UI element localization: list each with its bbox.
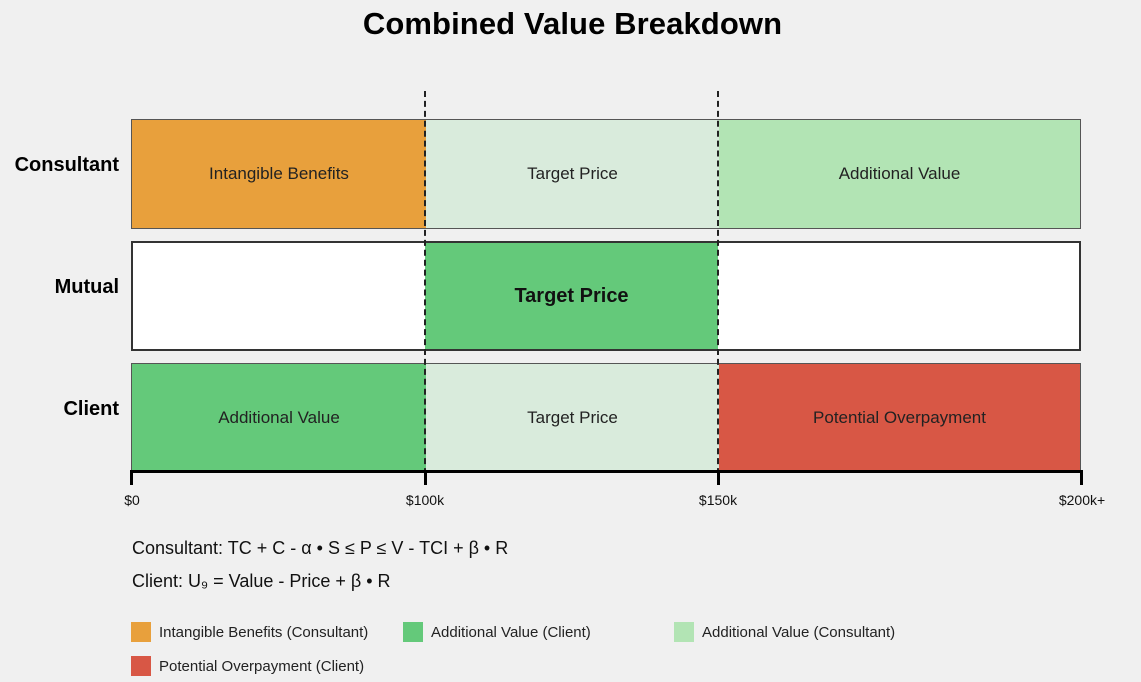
legend-item-additional-value-consultant: Additional Value (Consultant) [674,622,895,642]
client-target-price-segment: Target Price [426,364,719,471]
segment-label: Target Price [527,164,618,183]
legend-label: Additional Value (Client) [431,623,591,641]
mutual-bar: Target Price [131,241,1081,351]
segment-label: Potential Overpayment [813,407,986,427]
consultant-bar: Intangible Benefits Target Price Additio… [131,119,1081,229]
legend-label: Potential Overpayment (Client) [159,657,365,675]
row-label-consultant: Consultant [14,154,119,176]
axis-tick-100k [424,470,427,485]
legend-label: Additional Value (Consultant) [702,623,896,641]
legend-item-intangible-benefits: Intangible Benefits (Consultant) [131,622,368,642]
segment-label: Intangible Benefits [209,164,349,183]
legend-swatch [674,622,694,642]
client-bar: Additional Value Target Price Potential … [131,363,1081,472]
axis-tick-label: $200k+ [1058,492,1106,508]
consultant-intangible-benefits-segment: Intangible Benefits [132,120,426,228]
legend-swatch [131,622,151,642]
legend-item-additional-value-client: Additional Value (Client) [403,622,591,642]
row-label-mutual: Mutual [54,276,119,298]
chart-title: Combined Value Breakdown [362,6,783,41]
x-axis-line [131,470,1082,473]
consultant-target-price-segment: Target Price [426,120,719,228]
boundary-150k-dashed-line [717,91,719,484]
consultant-formula: Consultant: TC + C - α • S ≤ P ≤ V - TCI… [132,538,509,558]
segment-label: Additional Value [838,164,961,183]
legend-item-potential-overpayment: Potential Overpayment (Client) [131,656,364,676]
segment-label: Target Price [527,407,618,427]
mutual-target-price-segment: Target Price [425,243,718,349]
client-formula: Client: U₉ = Value - Price + β • R [132,571,391,591]
legend-swatch [403,622,423,642]
axis-tick-0 [130,470,133,485]
segment-label: Additional Value [218,407,340,427]
client-potential-overpayment-segment: Potential Overpayment [719,364,1080,471]
axis-tick-label: $0 [124,492,140,508]
mutual-empty-left-segment [133,243,427,349]
axis-tick-150k [717,470,720,485]
legend-swatch [131,656,151,676]
axis-tick-label: $150k [698,492,738,508]
boundary-100k-dashed-line [424,91,426,484]
axis-tick-200k [1080,470,1083,485]
row-label-client: Client [63,398,119,420]
consultant-additional-value-segment: Additional Value [719,120,1080,228]
client-additional-value-segment: Additional Value [132,364,426,471]
segment-label: Target Price [514,284,629,307]
legend-label: Intangible Benefits (Consultant) [159,623,369,641]
axis-tick-label: $100k [405,492,445,508]
mutual-empty-right-segment [718,243,1079,349]
